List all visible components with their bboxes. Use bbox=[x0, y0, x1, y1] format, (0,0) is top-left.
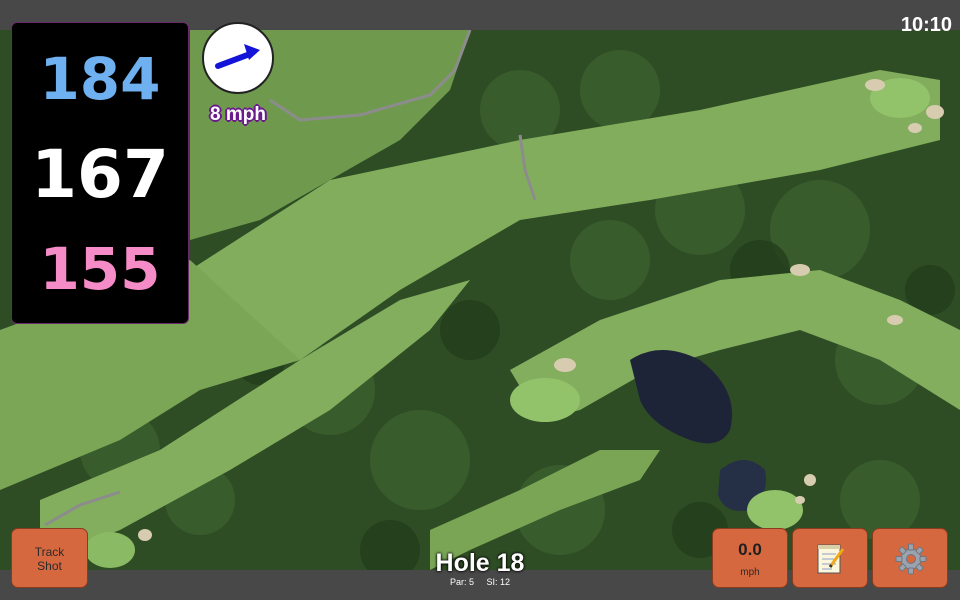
gear-icon bbox=[895, 543, 927, 575]
wind-dial[interactable] bbox=[202, 22, 274, 94]
notepad-icon bbox=[817, 544, 845, 574]
notes-button[interactable] bbox=[792, 528, 868, 588]
speed-unit: mph bbox=[740, 567, 760, 578]
stroke-index-label: SI: 12 bbox=[486, 577, 511, 587]
green-lower bbox=[747, 490, 803, 530]
wind-speed-label: 8 mph bbox=[210, 104, 266, 125]
green-bottom-left bbox=[85, 532, 135, 568]
back-distance: 184 bbox=[39, 45, 161, 113]
arrow-icon bbox=[215, 44, 260, 69]
settings-button[interactable] bbox=[872, 528, 948, 588]
speed-value: 0.0 bbox=[738, 540, 762, 559]
track-shot-button[interactable]: Track Shot bbox=[11, 528, 88, 588]
hole-info: Par: 5 SI: 12 bbox=[380, 577, 580, 587]
track-shot-label-line2: Shot bbox=[37, 559, 62, 573]
middle-distance: 167 bbox=[31, 136, 169, 213]
track-shot-label-line1: Track bbox=[34, 545, 65, 559]
par-label: Par: 5 bbox=[449, 577, 474, 587]
front-distance: 155 bbox=[39, 235, 161, 303]
distance-panel: 184 167 155 bbox=[11, 22, 189, 324]
golf-gps-screen: 10:10 184 167 155 8 mph Track Shot Hole … bbox=[0, 0, 960, 600]
speed-button[interactable]: 0.0 mph bbox=[712, 528, 788, 588]
clock: 10:10 bbox=[900, 14, 952, 36]
green-mid bbox=[510, 378, 580, 422]
hole-title: Hole 18 bbox=[435, 549, 525, 577]
